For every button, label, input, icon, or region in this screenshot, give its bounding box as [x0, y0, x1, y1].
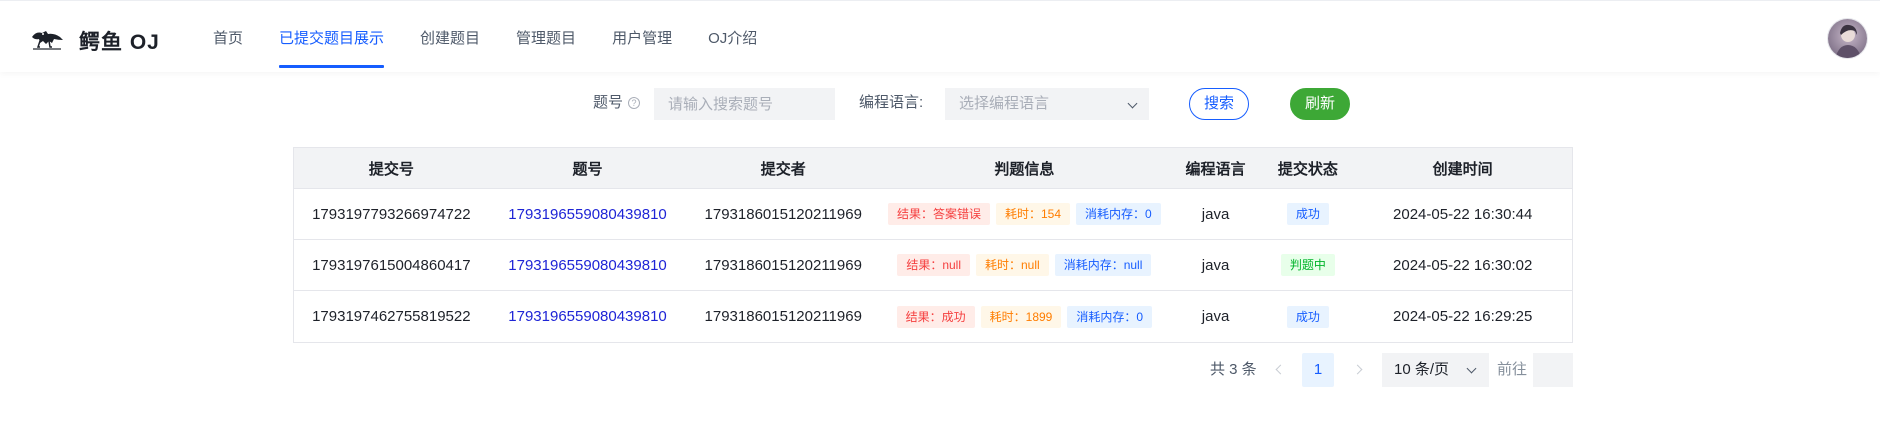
search-button[interactable]: 搜索	[1189, 88, 1249, 120]
col-header-question-id: 题号	[572, 160, 603, 178]
pagination-total: 共 3 条	[1210, 361, 1257, 378]
brand-title: 鳄鱼 OJ	[79, 31, 160, 54]
nav-manage-questions[interactable]: 管理题目	[506, 1, 586, 71]
goto-label: 前往	[1497, 361, 1528, 378]
submissions-table: 提交号 题号 提交者 判题信息 编程语言 提交状态 创建时间 179319779…	[293, 147, 1573, 343]
created-time-cell: 2024-05-22 16:29:25	[1393, 308, 1533, 325]
col-header-submitter: 提交者	[760, 160, 806, 178]
pagination: 共 3 条 1 10 条/页 前往	[0, 353, 1880, 387]
question-id-label: 题号?	[593, 88, 641, 118]
nav-create-question[interactable]: 创建题目	[410, 1, 490, 71]
nav-submissions[interactable]: 已提交题目展示	[269, 1, 394, 71]
top-header: 鳄鱼 OJ 首页 已提交题目展示 创建题目 管理题目 用户管理 OJ介绍	[0, 0, 1880, 72]
table-header-row: 提交号 题号 提交者 判题信息 编程语言 提交状态 创建时间	[294, 148, 1572, 189]
memory-tag: 消耗内存：0	[1076, 203, 1161, 225]
table-row: 1793197615004860417 1793196559080439810 …	[294, 240, 1572, 291]
language-select[interactable]: 选择编程语言	[945, 88, 1149, 120]
chevron-left-icon[interactable]	[1275, 364, 1286, 375]
submitter-cell: 1793186015120211969	[704, 308, 862, 325]
result-tag: 结果：成功	[896, 305, 975, 328]
main-nav: 首页 已提交题目展示 创建题目 管理题目 用户管理 OJ介绍	[203, 1, 783, 71]
status-badge: 成功	[1286, 305, 1329, 328]
language-label: 编程语言:	[859, 94, 924, 111]
user-avatar[interactable]	[1827, 18, 1868, 59]
crocodile-logo-icon[interactable]	[30, 25, 64, 53]
question-id-input[interactable]	[654, 88, 835, 120]
judge-info-cell: 结果：null 耗时：null 消耗内存：null	[880, 240, 1169, 290]
submit-id-cell: 1793197462755819522	[312, 308, 471, 325]
goto-page-input[interactable]	[1533, 353, 1573, 387]
time-tag: 耗时：154	[996, 203, 1071, 225]
table-row: 1793197793266974722 1793196559080439810 …	[294, 189, 1572, 240]
submit-id-cell: 1793197615004860417	[312, 256, 471, 274]
search-form: 题号? 编程语言: 选择编程语言 搜索 刷新	[0, 88, 1880, 120]
judge-info-cell: 结果：成功 耗时：1899 消耗内存：0	[880, 291, 1169, 342]
language-cell: java	[1201, 256, 1230, 274]
judge-info-cell: 结果：答案错误 耗时：154 消耗内存：0	[880, 189, 1169, 239]
col-header-judge-info: 判题信息	[994, 160, 1055, 178]
time-tag: 耗时：null	[976, 254, 1049, 276]
nav-home[interactable]: 首页	[203, 1, 253, 71]
status-badge: 成功	[1286, 203, 1329, 225]
nav-user-management[interactable]: 用户管理	[602, 1, 682, 71]
memory-tag: 消耗内存：0	[1067, 305, 1153, 328]
col-header-created: 创建时间	[1432, 160, 1493, 178]
question-id-link[interactable]: 1793196559080439810	[508, 308, 667, 325]
chevron-down-icon	[1466, 363, 1477, 374]
col-header-language: 编程语言	[1185, 160, 1246, 178]
table-row: 1793197462755819522 1793196559080439810 …	[294, 291, 1572, 342]
question-id-link[interactable]: 1793196559080439810	[508, 206, 667, 223]
language-cell: java	[1201, 205, 1230, 223]
created-time-cell: 2024-05-22 16:30:44	[1393, 205, 1533, 223]
col-header-status: 提交状态	[1277, 160, 1338, 178]
created-time-cell: 2024-05-22 16:30:02	[1393, 256, 1533, 274]
language-cell: java	[1201, 308, 1230, 325]
col-header-submit-id: 提交号	[368, 160, 414, 178]
time-tag: 耗时：1899	[980, 305, 1062, 328]
submit-id-cell: 1793197793266974722	[312, 205, 471, 223]
submitter-cell: 1793186015120211969	[704, 205, 862, 223]
chevron-down-icon	[1127, 98, 1138, 109]
result-tag: 结果：答案错误	[887, 203, 990, 225]
page-number-button[interactable]: 1	[1302, 353, 1334, 387]
nav-oj-intro[interactable]: OJ介绍	[698, 1, 767, 71]
help-icon[interactable]: ?	[628, 97, 641, 109]
refresh-button[interactable]: 刷新	[1290, 88, 1350, 120]
chevron-right-icon[interactable]	[1352, 364, 1363, 375]
question-id-link[interactable]: 1793196559080439810	[508, 257, 667, 274]
page-size-select[interactable]: 10 条/页	[1382, 353, 1489, 387]
status-badge: 判题中	[1280, 254, 1335, 276]
result-tag: 结果：null	[897, 254, 970, 276]
memory-tag: 消耗内存：null	[1054, 254, 1152, 276]
submitter-cell: 1793186015120211969	[704, 256, 862, 274]
